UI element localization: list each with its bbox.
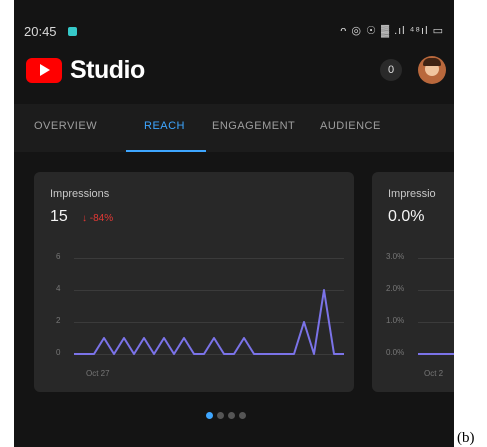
- tab-audience[interactable]: AUDIENCE: [320, 120, 381, 132]
- figure-label: (b): [457, 430, 475, 446]
- tab-engagement[interactable]: ENGAGEMENT: [212, 120, 295, 132]
- y-tick-label: 2.0%: [386, 284, 405, 293]
- gridline: [418, 290, 454, 291]
- notification-icon: [68, 27, 77, 36]
- tab-bar: OVERVIEW REACH ENGAGEMENT AUDIENCE: [14, 104, 454, 152]
- tab-overview[interactable]: OVERVIEW: [34, 120, 97, 132]
- y-tick-label: 3.0%: [386, 252, 405, 261]
- page-dot[interactable]: [206, 412, 213, 419]
- notification-badge[interactable]: 0: [380, 59, 402, 81]
- card-value: 0.0%: [388, 208, 425, 225]
- status-bar: 20:45 ᴖ ◎ ☉ ▓ .ıl ⁴⁸ıl ▭: [14, 0, 454, 39]
- x-axis-label: Oct 2: [424, 369, 444, 378]
- page-dot[interactable]: [228, 412, 235, 419]
- impressions-chart: [74, 289, 344, 355]
- avatar[interactable]: [418, 56, 446, 84]
- status-icons: ᴖ ◎ ☉ ▓ .ıl ⁴⁸ıl ▭: [340, 25, 444, 37]
- play-icon: [40, 64, 50, 76]
- tab-indicator: [126, 150, 206, 152]
- card-title: Impressio: [388, 188, 436, 200]
- y-tick-label: 1.0%: [386, 316, 405, 325]
- ctr-card[interactable]: Impressio 0.0% 3.0% 2.0% 1.0% 0.0% Oct 2: [372, 172, 454, 392]
- page-dot[interactable]: [239, 412, 246, 419]
- ctr-series-line: [418, 353, 454, 355]
- impressions-series-line: [74, 289, 344, 355]
- x-axis-label: Oct 27: [86, 369, 110, 378]
- app-title: Studio: [70, 56, 145, 84]
- tab-reach[interactable]: REACH: [144, 120, 185, 132]
- status-time: 20:45: [24, 24, 57, 39]
- impressions-card[interactable]: Impressions 15 ↓ -84% 6 4 2 0 Oct 27: [34, 172, 354, 392]
- page-indicator: [194, 412, 254, 422]
- page-dot[interactable]: [217, 412, 224, 419]
- y-tick-label: 0.0%: [386, 348, 405, 357]
- avatar-hair: [423, 58, 441, 66]
- gridline: [418, 258, 454, 259]
- gridline: [418, 322, 454, 323]
- phone-screen: 20:45 ᴖ ◎ ☉ ▓ .ıl ⁴⁸ıl ▭ Studio 0 OVERVI…: [14, 0, 454, 447]
